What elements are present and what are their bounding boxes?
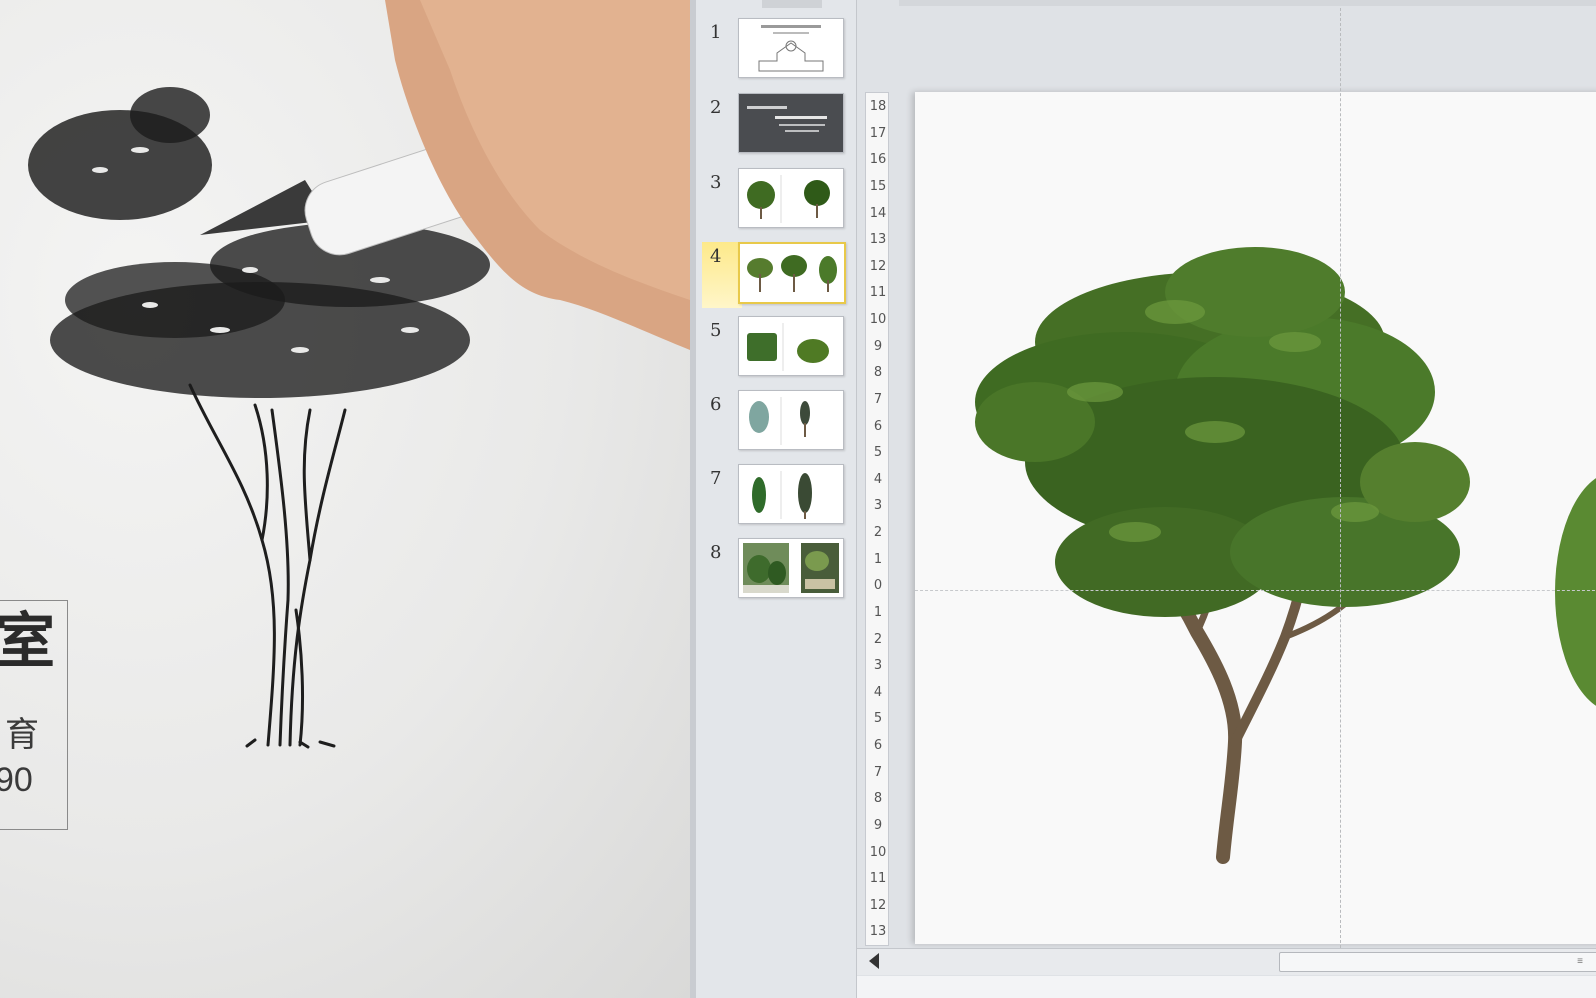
- ruler-tick-label: 5: [873, 445, 883, 461]
- slide-number: 8: [710, 542, 722, 563]
- ruler-tick-label: 9: [873, 338, 883, 354]
- slide-number: 7: [710, 468, 722, 489]
- slide-preview-garden-photos: [738, 538, 844, 598]
- book-label-sub: 育: [5, 715, 39, 755]
- vertical-ruler: 18 17 16 15 14 13 12 11 10 9 8 7 6 5 4 3 2 1 0 1 2 3 4 5 6 7 8 9 10 1…: [865, 92, 889, 946]
- slide-preview-title-building: [738, 18, 844, 78]
- ruler-tick-label: 13: [869, 232, 887, 248]
- slide-thumbnail-6[interactable]: 6: [696, 390, 856, 456]
- ruler-tick-label: 6: [873, 738, 883, 753]
- ruler-tick-label: 18: [869, 99, 887, 114]
- slide-thumbnail-7[interactable]: 7: [696, 464, 856, 530]
- slide-preview-two-shrubs: [738, 316, 844, 376]
- ruler-tick-label: 10: [869, 844, 887, 860]
- slide-thumbnail-4[interactable]: 4: [696, 242, 856, 308]
- ruler-tick-label: 7: [873, 764, 883, 780]
- slide-number: 4: [710, 246, 722, 267]
- ruler-tick-label: 2: [873, 525, 883, 540]
- slide-thumbnail-3[interactable]: 3: [696, 168, 856, 234]
- slide-thumbnail-2[interactable]: 2: [696, 93, 856, 159]
- vertical-guide[interactable]: [1340, 8, 1341, 948]
- slide-preview-two-trees: [738, 168, 844, 228]
- ruler-tick-label: 12: [869, 258, 887, 274]
- slide-number: 6: [710, 394, 722, 415]
- horizontal-guide[interactable]: [915, 590, 1596, 591]
- slide-preview-two-cypress: [738, 464, 844, 524]
- ruler-tick-label: 7: [873, 391, 883, 407]
- ruler-tick-label: 11: [869, 285, 887, 301]
- book-label-box: 室 育 90: [0, 600, 68, 830]
- ruler-tick-label: 8: [873, 365, 883, 381]
- vertical-ruler-labels: 18 17 16 15 14 13 12 11 10 9 8 7 6 5 4 3 2 1 0 1 2 3 4 5 6 7 8 9 10 1…: [868, 93, 887, 945]
- status-strip: [857, 976, 1596, 998]
- slide-editor[interactable]: 18 17 16 15 14 13 12 11 10 9 8 7 6 5 4 3 2 1 0 1 2 3 4 5 6 7 8 9 10 1…: [857, 0, 1596, 998]
- ruler-tick-label: 1: [873, 551, 883, 567]
- ruler-tick-label: 16: [869, 152, 887, 168]
- ruler-tick-label: 9: [873, 817, 883, 833]
- ruler-tick-label: 12: [869, 897, 887, 913]
- ruler-tick-label: 6: [873, 418, 883, 434]
- slide-number: 3: [710, 172, 722, 193]
- book-label-char: 室: [0, 607, 55, 677]
- book-label-number: 90: [0, 761, 33, 799]
- ruler-tick-label: 17: [869, 125, 887, 141]
- slide-thumbnail-1[interactable]: 1: [696, 18, 856, 84]
- scrollbar-thumb[interactable]: ≡: [1279, 952, 1596, 972]
- slide-number: 2: [710, 97, 722, 118]
- pane-tab-strip: [762, 0, 822, 8]
- ruler-tick-label: 4: [873, 684, 883, 700]
- ruler-tick-label: 1: [873, 604, 883, 620]
- horizontal-scrollbar[interactable]: ≡: [857, 948, 1596, 975]
- ruler-tick-label: 13: [869, 924, 887, 940]
- slide-preview-three-trees: [738, 242, 846, 304]
- grip-icon: ≡: [1577, 956, 1583, 967]
- ruler-tick-label: 10: [869, 312, 887, 327]
- tree-image[interactable]: [915, 92, 1596, 944]
- slide-thumbnail-8[interactable]: 8: [696, 538, 856, 604]
- ruler-tick-label: 8: [873, 791, 883, 807]
- tree-sketch-drawing: [28, 0, 690, 749]
- ruler-tick-label: 15: [869, 178, 887, 194]
- horizontal-ruler: [899, 0, 1596, 6]
- triangle-left-icon[interactable]: [869, 953, 879, 969]
- ruler-tick-label: 5: [873, 711, 883, 727]
- slide-preview-two-conifers: [738, 390, 844, 450]
- slide-thumbnail-pane[interactable]: 1 2 3 4 5 6 7 8: [696, 0, 857, 998]
- ruler-tick-label: 0: [873, 578, 883, 594]
- ruler-tick-label: 3: [873, 658, 883, 674]
- ruler-tick-label: 14: [869, 205, 887, 221]
- drawing-photo: 室 育 90: [0, 0, 690, 998]
- slide-number: 5: [710, 320, 722, 341]
- slide-thumbnail-5[interactable]: 5: [696, 316, 856, 382]
- ruler-tick-label: 2: [873, 631, 883, 647]
- ruler-tick-label: 3: [873, 498, 883, 514]
- slide-preview-dark-text: [738, 93, 844, 153]
- slide-number: 1: [710, 22, 722, 43]
- ruler-tick-label: 4: [873, 471, 883, 487]
- slide-canvas[interactable]: [915, 92, 1596, 944]
- ruler-tick-label: 11: [869, 871, 887, 887]
